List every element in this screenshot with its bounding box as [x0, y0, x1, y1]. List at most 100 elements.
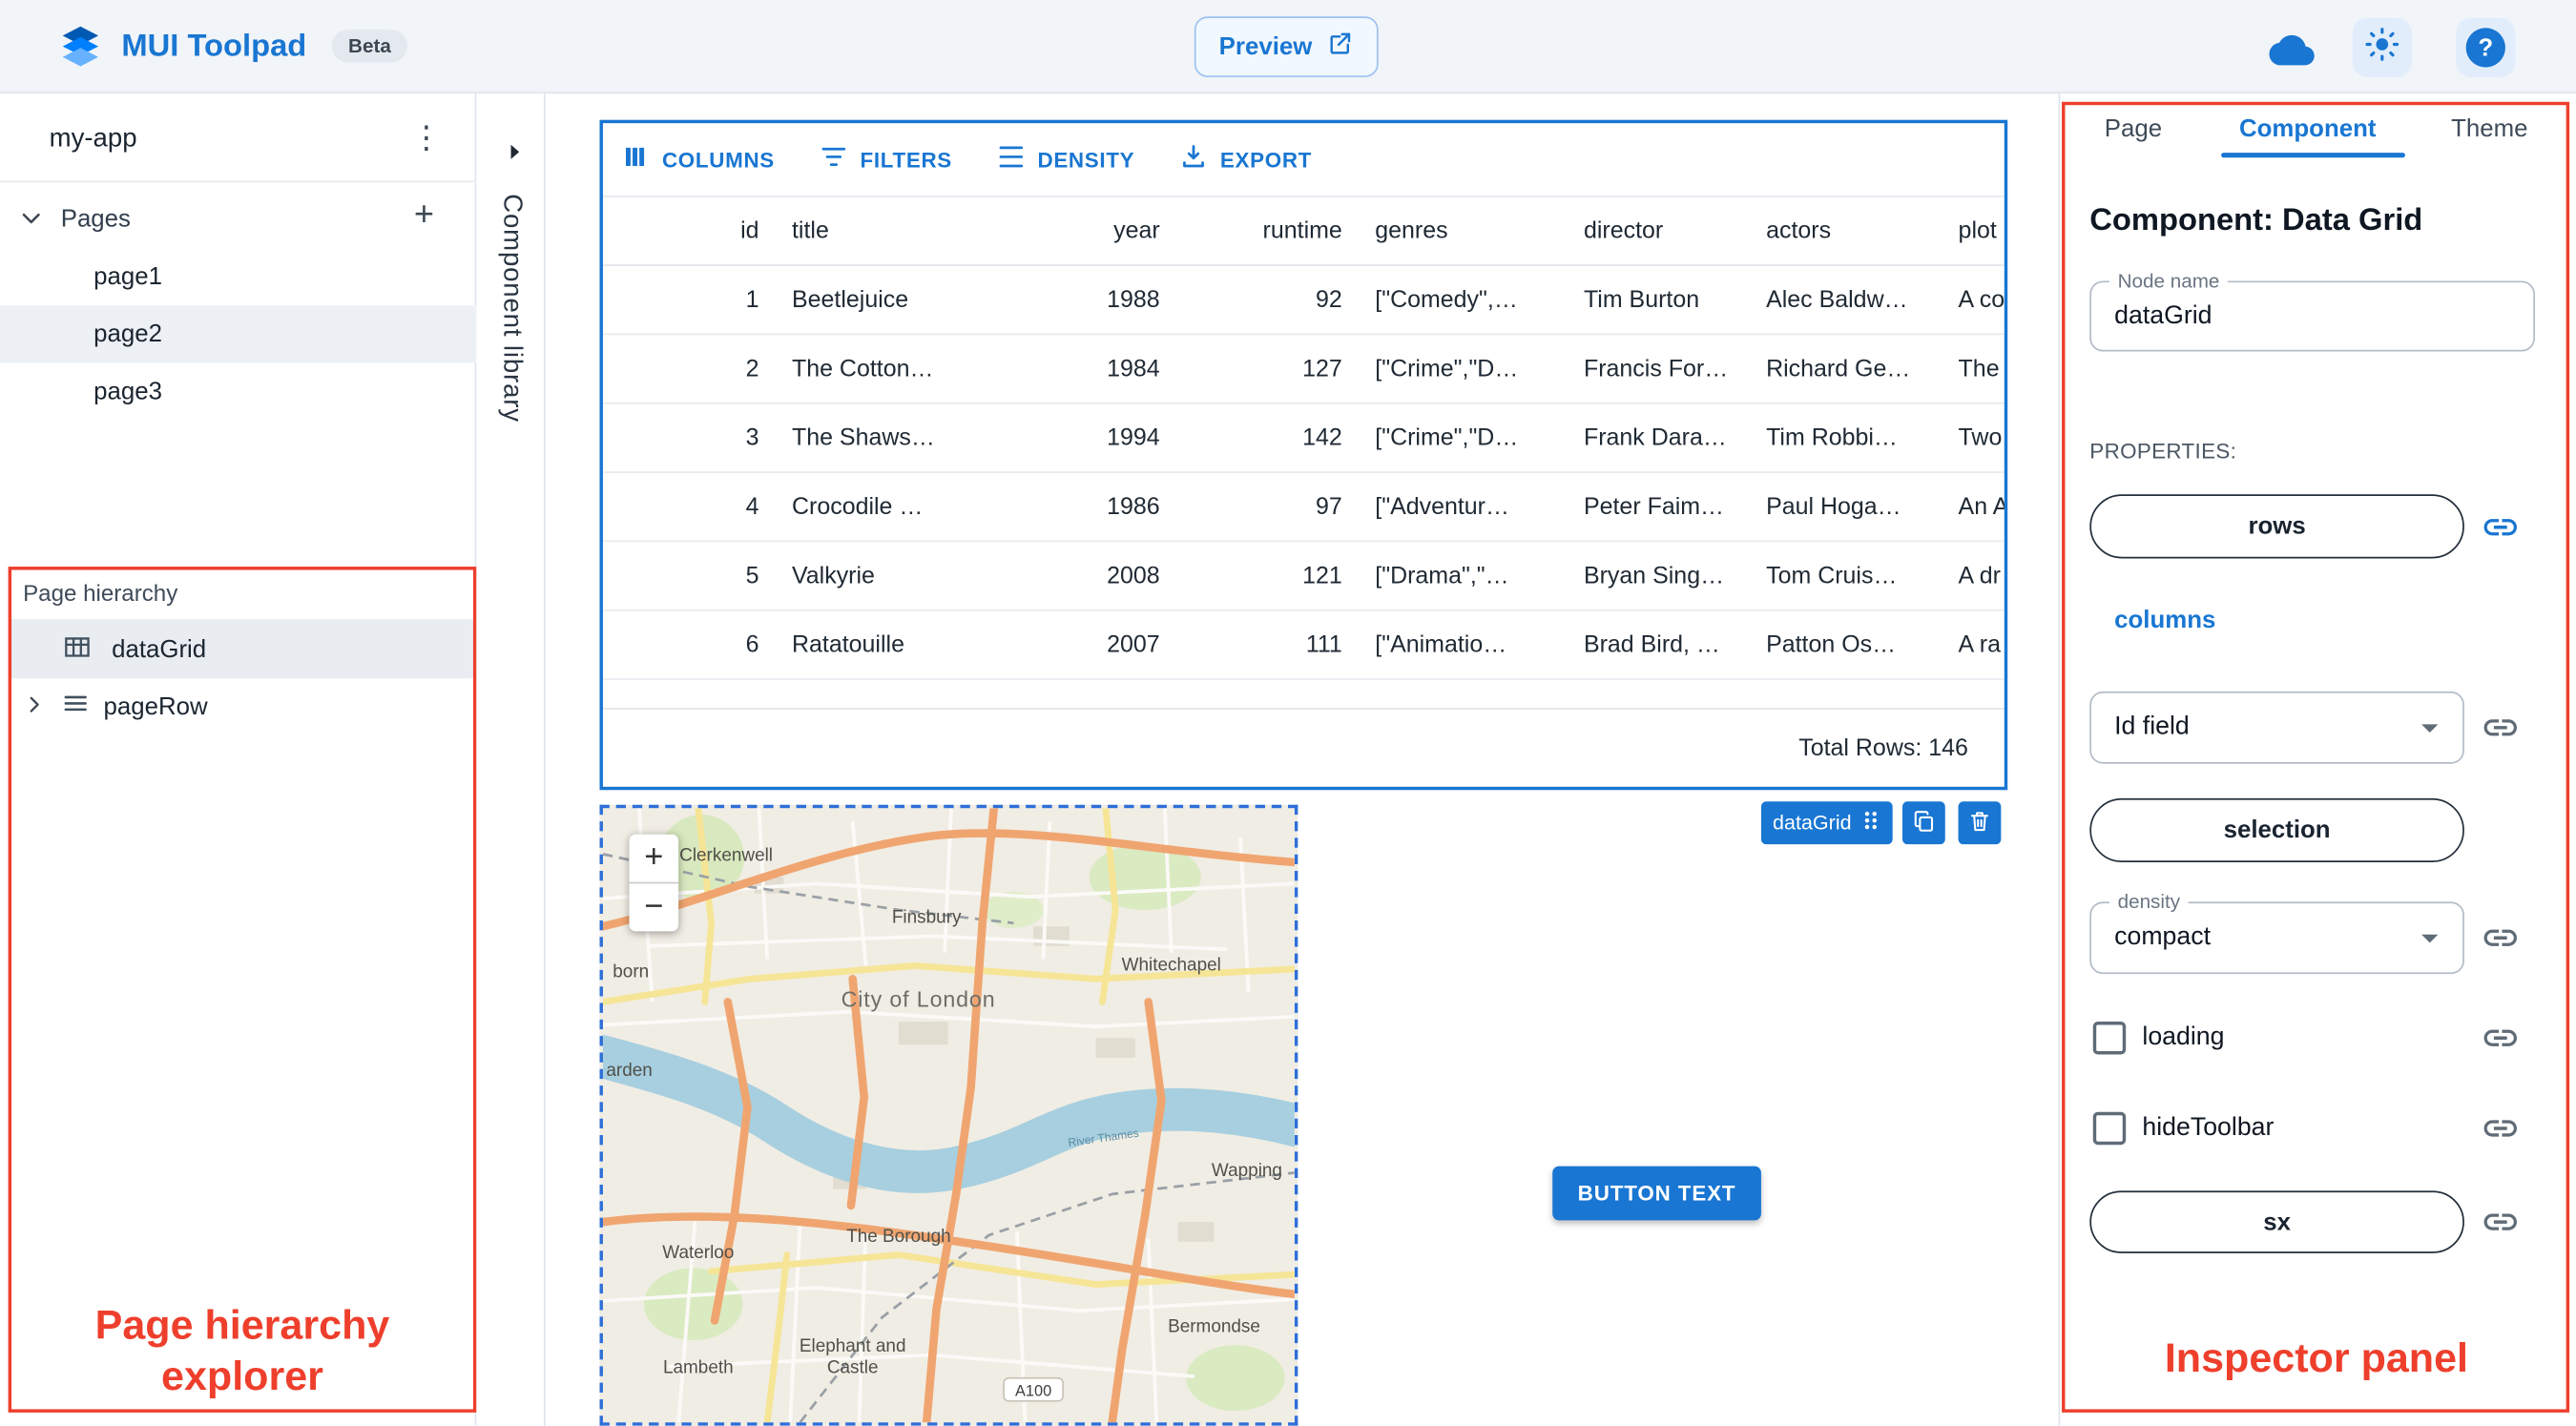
sidebar-item-page1[interactable]: page1 [0, 248, 476, 305]
cell: Ratatouille [791, 631, 904, 658]
preview-button[interactable]: Preview [1194, 16, 1379, 77]
map-graphic: A100 Clerkenwell Finsbury Whitechapel Ci… [602, 808, 1295, 1423]
duplicate-node-button[interactable] [1902, 801, 1945, 845]
properties-label: PROPERTIES: [2089, 438, 2237, 464]
help-button[interactable]: ? [2456, 17, 2516, 77]
sx-property-button[interactable]: sx [2089, 1190, 2464, 1253]
table-row[interactable]: 2 The Cotton… 1984 127 ["Crime","D… Fran… [602, 335, 2005, 404]
table-row[interactable]: 6 Ratatouille 2007 111 ["Animatio… Brad … [602, 611, 2005, 680]
toolpad-editor: MUI Toolpad Beta Preview ? my-app ⋮ Page… [0, 0, 2576, 1426]
export-button[interactable]: EXPORT [1177, 141, 1312, 177]
button-component[interactable]: BUTTON TEXT [1552, 1166, 1761, 1221]
column-header[interactable]: runtime [1176, 197, 1359, 265]
expand-chevron-icon[interactable] [21, 691, 48, 723]
tab-page[interactable]: Page [2105, 115, 2162, 143]
density-button-label: DENSITY [1037, 147, 1135, 172]
id-field-select[interactable]: Id field [2089, 691, 2464, 764]
datagrid-component[interactable]: COLUMNS FILTERS DENSITY EXPORT id title … [599, 119, 2008, 791]
map-label: Wapping [1212, 1161, 1282, 1181]
datagrid-header-row: id title year runtime genres director ac… [602, 197, 2005, 266]
rows-property-button[interactable]: rows [2089, 494, 2464, 559]
zoom-in-button[interactable]: + [630, 835, 679, 882]
column-header[interactable]: actors [1750, 197, 1942, 265]
bind-loading-link-icon[interactable] [2481, 1019, 2520, 1058]
loading-checkbox[interactable] [2092, 1022, 2127, 1055]
filters-button[interactable]: FILTERS [818, 141, 952, 177]
cell: The Cotton… [791, 355, 934, 382]
column-header[interactable]: plot [1942, 197, 2004, 265]
column-header[interactable]: title [776, 197, 1012, 265]
tab-component[interactable]: Component [2239, 115, 2376, 143]
app-menu-kebab-icon[interactable]: ⋮ [410, 120, 442, 158]
copy-icon [1911, 807, 1938, 838]
sidebar-item-page2[interactable]: page2 [0, 305, 477, 363]
table-row[interactable]: 5 Valkyrie 2008 121 ["Drama","… Bryan Si… [602, 542, 2005, 611]
map-label: Whitechapel [1122, 956, 1221, 976]
inspector-annotation-label: Inspector panel [2164, 1334, 2468, 1382]
cell: A ra [1958, 631, 2001, 658]
cell: 142 [1302, 424, 1342, 451]
loading-label: loading [2142, 1023, 2225, 1052]
cell: 2 [745, 355, 759, 382]
bind-density-link-icon[interactable] [2481, 919, 2520, 958]
delete-node-button[interactable] [1958, 801, 2002, 845]
bind-sx-link-icon[interactable] [2481, 1202, 2520, 1241]
cell: 127 [1302, 355, 1342, 382]
cell: Beetlejuice [791, 286, 909, 314]
hidetoolbar-label: hideToolbar [2142, 1113, 2275, 1142]
selection-property-button[interactable]: selection [2089, 797, 2464, 863]
cell: Frank Dara… [1583, 424, 1727, 451]
drag-handle-icon[interactable] [1859, 810, 1880, 837]
cell: The [1958, 355, 2000, 382]
external-link-icon [1325, 30, 1353, 64]
hidetoolbar-checkbox[interactable] [2092, 1111, 2127, 1146]
table-row[interactable]: 1 Beetlejuice 1988 92 ["Comedy",… Tim Bu… [602, 266, 2005, 336]
cell: 6 [745, 631, 759, 658]
cell: Tim Robbi… [1766, 424, 1898, 451]
bind-hidetoolbar-link-icon[interactable] [2481, 1108, 2520, 1147]
node-name-value: dataGrid [2114, 300, 2212, 330]
zoom-out-button[interactable]: − [630, 883, 679, 931]
bind-idfield-link-icon[interactable] [2481, 708, 2520, 747]
column-header[interactable]: id [603, 197, 776, 265]
bind-rows-link-icon[interactable] [2481, 507, 2520, 547]
cell: Richard Ge… [1766, 355, 1911, 382]
density-icon [995, 141, 1027, 177]
table-row[interactable]: 4 Crocodile … 1986 97 ["Adventur… Peter … [602, 473, 2005, 543]
cell: 4 [745, 493, 759, 520]
component-library-label: Component library [497, 194, 527, 423]
columns-button[interactable]: COLUMNS [619, 141, 775, 177]
sidebar-item-page3[interactable]: page3 [0, 363, 476, 421]
open-library-arrow-icon[interactable] [503, 139, 528, 172]
theme-toggle-button[interactable] [2352, 17, 2412, 77]
cell: Tim Burton [1583, 286, 1700, 314]
columns-property-button[interactable]: columns [2114, 606, 2215, 633]
map-component[interactable]: A100 Clerkenwell Finsbury Whitechapel Ci… [599, 804, 1298, 1426]
beta-badge: Beta [331, 29, 408, 63]
cell: 3 [745, 424, 759, 451]
cell: 1986 [1107, 493, 1160, 520]
help-icon: ? [2465, 28, 2505, 68]
table-row[interactable]: 3 The Shaws… 1994 142 ["Crime","D… Frank… [602, 404, 2005, 473]
add-page-button[interactable]: + [414, 196, 434, 235]
selected-node-chip[interactable]: dataGrid [1760, 801, 1893, 845]
cloud-sync-icon[interactable] [2269, 30, 2315, 77]
map-label: Lambeth [663, 1358, 734, 1378]
column-header[interactable]: director [1568, 197, 1750, 265]
map-label: arden [606, 1061, 652, 1081]
id-field-value: Id field [2114, 713, 2190, 741]
tab-theme[interactable]: Theme [2451, 115, 2527, 143]
cell: 121 [1302, 562, 1342, 589]
pages-collapse-chevron-icon[interactable] [16, 204, 46, 242]
cell: A dr [1958, 562, 2001, 589]
hierarchy-item-label: pageRow [103, 692, 208, 721]
column-header[interactable]: year [1012, 197, 1176, 265]
hierarchy-item-datagrid[interactable]: dataGrid [11, 620, 473, 679]
page-hierarchy-title: Page hierarchy [23, 579, 178, 607]
component-heading: Component: Data Grid [2089, 203, 2423, 238]
preview-button-label: Preview [1218, 32, 1313, 61]
cell: 92 [1316, 286, 1342, 314]
hierarchy-item-pagerow[interactable]: pageRow [11, 678, 473, 735]
column-header[interactable]: genres [1359, 197, 1568, 265]
density-button[interactable]: DENSITY [995, 141, 1135, 177]
